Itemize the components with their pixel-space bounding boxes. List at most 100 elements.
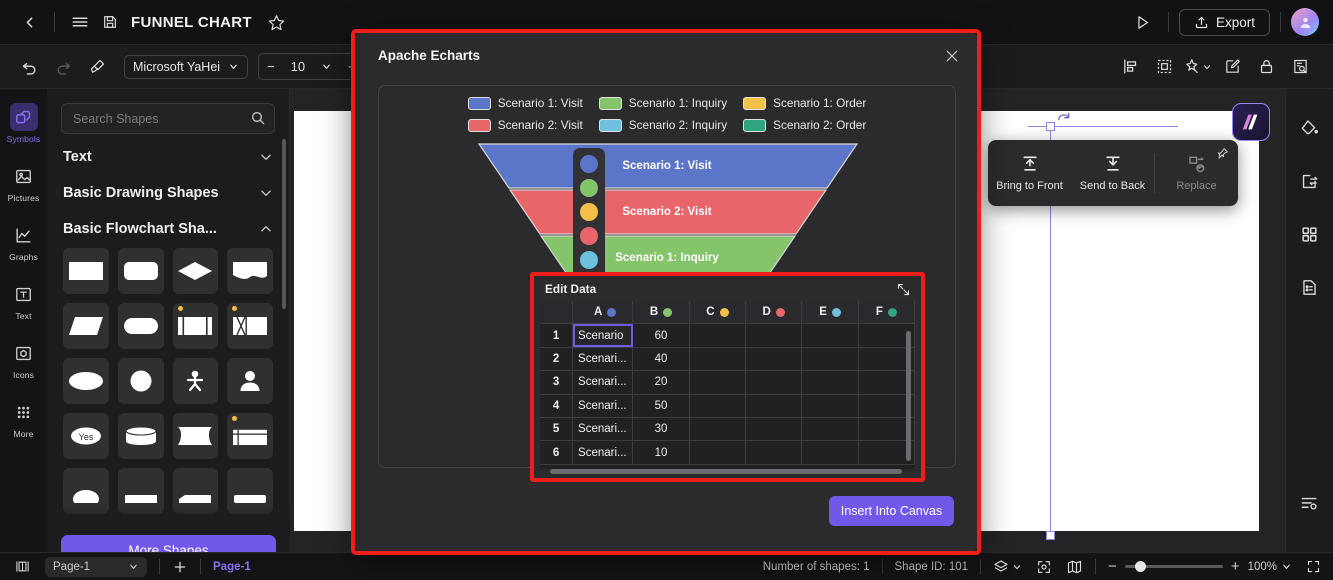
- cell-a2[interactable]: Scenari...: [573, 347, 634, 371]
- magic-wand-icon[interactable]: [1183, 53, 1213, 81]
- font-size-decrease[interactable]: −: [259, 54, 283, 79]
- cell-d2[interactable]: [746, 347, 803, 371]
- cell-c5[interactable]: [690, 417, 747, 441]
- star-icon[interactable]: [262, 7, 292, 37]
- cell-b1[interactable]: 60: [633, 324, 690, 347]
- cell-e6[interactable]: [802, 441, 859, 464]
- font-size-value[interactable]: 10: [283, 54, 313, 79]
- expand-diagonal-icon[interactable]: [896, 282, 911, 297]
- selection-handle-top[interactable]: [1046, 122, 1055, 131]
- table-vertical-scrollbar[interactable]: [906, 331, 911, 461]
- shape-diamond[interactable]: [172, 248, 219, 294]
- hamburger-menu-icon[interactable]: [65, 7, 95, 37]
- legend-item-s1-order[interactable]: Scenario 1: Order: [743, 96, 866, 110]
- page-tab-active[interactable]: Page-1: [213, 561, 251, 573]
- back-icon[interactable]: [14, 7, 44, 37]
- legend-item-s2-visit[interactable]: Scenario 2: Visit: [467, 118, 583, 132]
- rail-item-text[interactable]: Text: [0, 274, 47, 326]
- section-basic-flowchart-shapes[interactable]: Basic Flowchart Sha...: [47, 210, 289, 246]
- cell-e1[interactable]: [802, 324, 859, 347]
- section-text[interactable]: Text: [47, 138, 289, 174]
- palette-color-4[interactable]: [580, 227, 598, 245]
- shape-predefined-process[interactable]: [172, 303, 219, 349]
- rotate-handle-icon[interactable]: [1056, 111, 1072, 127]
- cell-a6[interactable]: Scenari...: [573, 441, 634, 464]
- format-painter-icon[interactable]: [82, 53, 112, 81]
- cell-e3[interactable]: [802, 371, 859, 394]
- fill-bucket-icon[interactable]: [1293, 111, 1327, 145]
- cell-b3[interactable]: 20: [633, 371, 690, 394]
- position-icon[interactable]: [1149, 53, 1179, 81]
- cell-c2[interactable]: [690, 347, 747, 371]
- table-horizontal-scrollbar[interactable]: [550, 469, 902, 474]
- bring-to-front-button[interactable]: Bring to Front: [988, 154, 1071, 192]
- map-icon[interactable]: [1066, 559, 1083, 575]
- edit-pencil-icon[interactable]: [1217, 53, 1247, 81]
- shape-delay[interactable]: [227, 468, 273, 514]
- legend-item-s1-visit[interactable]: Scenario 1: Visit: [467, 96, 583, 110]
- table-row[interactable]: 5 Scenari... 30: [540, 417, 916, 442]
- column-header-b[interactable]: B: [633, 301, 690, 324]
- section-basic-drawing-shapes[interactable]: Basic Drawing Shapes: [47, 174, 289, 210]
- table-row[interactable]: 2 Scenari... 40: [540, 347, 916, 372]
- page-layout-icon[interactable]: [14, 559, 31, 574]
- redo-icon[interactable]: [48, 53, 78, 81]
- font-size-stepper[interactable]: − 10 +: [258, 53, 365, 80]
- cell-a1[interactable]: Scenario: [573, 324, 634, 347]
- cell-d1[interactable]: [746, 324, 803, 347]
- legend-item-s1-inquiry[interactable]: Scenario 1: Inquiry: [598, 96, 727, 110]
- shape-ellipse[interactable]: [63, 358, 109, 404]
- layers-icon[interactable]: [993, 559, 1022, 575]
- selection-handle-bottom[interactable]: [1046, 531, 1055, 540]
- cell-b4[interactable]: 50: [633, 394, 690, 417]
- shape-rounded-rectangle[interactable]: [117, 248, 164, 294]
- column-header-d[interactable]: D: [746, 301, 803, 324]
- swap-replace-icon[interactable]: [1293, 164, 1327, 198]
- zoom-slider-knob[interactable]: [1134, 561, 1146, 572]
- data-table[interactable]: A B C D E F 1 Scenario 60 2 Scenari... 4…: [540, 301, 916, 469]
- close-x-icon[interactable]: [941, 45, 963, 67]
- cell-b5[interactable]: 30: [633, 417, 690, 441]
- fullscreen-icon[interactable]: [1306, 559, 1321, 574]
- export-button[interactable]: Export: [1178, 8, 1270, 36]
- save-floppy-icon[interactable]: [95, 7, 125, 37]
- legend-item-s2-order[interactable]: Scenario 2: Order: [743, 118, 866, 132]
- shape-terminator[interactable]: [63, 468, 109, 514]
- cell-d4[interactable]: [746, 394, 803, 417]
- palette-color-1[interactable]: [580, 155, 598, 173]
- shape-document[interactable]: [227, 248, 273, 294]
- palette-color-2[interactable]: [580, 179, 598, 197]
- cell-e5[interactable]: [802, 417, 859, 441]
- shape-cylinder[interactable]: [117, 413, 164, 459]
- table-row[interactable]: 6 Scenari... 10: [540, 441, 916, 465]
- shape-table[interactable]: [227, 413, 273, 459]
- zoom-in-button[interactable]: +: [1231, 558, 1240, 575]
- cell-c3[interactable]: [690, 371, 747, 394]
- settings-sliders-icon[interactable]: [1293, 485, 1327, 519]
- undo-icon[interactable]: [14, 53, 44, 81]
- palette-color-3[interactable]: [580, 203, 598, 221]
- document-list-icon[interactable]: [1293, 270, 1327, 304]
- shape-parallelogram[interactable]: [63, 303, 109, 349]
- inspect-icon[interactable]: [1285, 53, 1315, 81]
- shape-internal-storage[interactable]: [227, 303, 273, 349]
- cell-a3[interactable]: Scenari...: [573, 371, 634, 394]
- cell-c1[interactable]: [690, 324, 747, 347]
- cell-b6[interactable]: 10: [633, 441, 690, 464]
- cell-a5[interactable]: Scenari...: [573, 417, 634, 441]
- send-to-back-button[interactable]: Send to Back: [1071, 154, 1154, 192]
- table-row[interactable]: 3 Scenari... 20: [540, 371, 916, 395]
- legend-item-s2-inquiry[interactable]: Scenario 2: Inquiry: [598, 118, 727, 132]
- page-select[interactable]: Page-1: [45, 556, 147, 577]
- search-icon[interactable]: [250, 110, 266, 126]
- cell-c6[interactable]: [690, 441, 747, 464]
- rail-item-graphs[interactable]: Graphs: [0, 215, 47, 267]
- column-header-a[interactable]: A: [573, 301, 634, 324]
- focus-icon[interactable]: [1036, 559, 1052, 575]
- shape-actor[interactable]: [172, 358, 219, 404]
- brand-badge-icon[interactable]: [1232, 103, 1270, 141]
- pin-icon[interactable]: [1216, 147, 1229, 160]
- cell-b2[interactable]: 40: [633, 347, 690, 371]
- cell-d3[interactable]: [746, 371, 803, 394]
- rail-item-icons[interactable]: Icons: [0, 333, 47, 385]
